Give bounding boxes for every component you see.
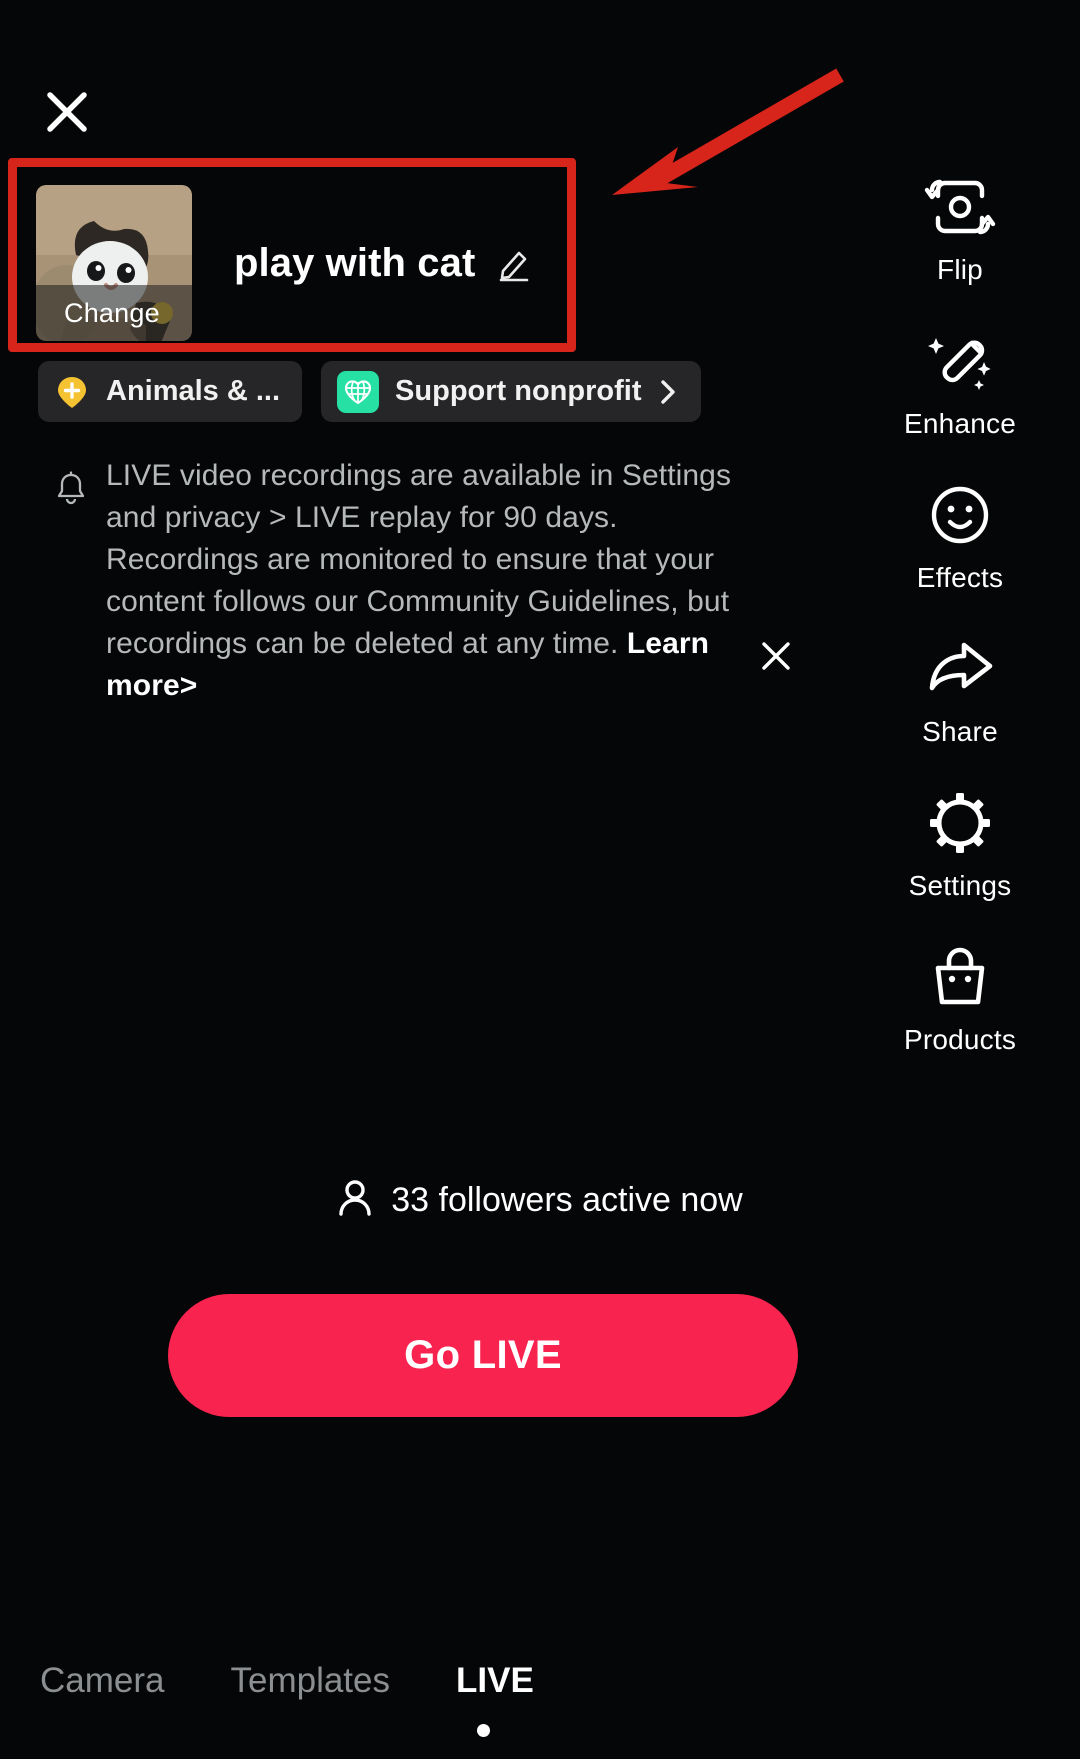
live-replay-notice: LIVE video recordings are available in S… [54, 455, 754, 707]
gear-icon [924, 786, 996, 860]
chip-category[interactable]: Animals & ... [38, 361, 303, 422]
chevron-right-icon [657, 377, 679, 407]
rail-item-enhance[interactable]: Enhance [904, 324, 1016, 440]
cover-thumbnail[interactable]: Change [36, 185, 192, 341]
tab-live[interactable]: LIVE [456, 1661, 534, 1701]
stream-title: play with cat [234, 240, 476, 285]
active-tab-indicator-dot [477, 1724, 490, 1737]
heart-globe-icon [337, 370, 380, 413]
rail-item-settings[interactable]: Settings [909, 786, 1012, 902]
go-live-label: Go LIVE [404, 1333, 562, 1377]
rail-item-flip[interactable]: Flip [924, 170, 996, 286]
followers-active-row: 33 followers active now [0, 1178, 1080, 1223]
notice-close-button[interactable] [752, 632, 800, 680]
tab-templates[interactable]: Templates [230, 1661, 390, 1701]
bell-icon [54, 471, 92, 707]
rail-label-share: Share [922, 716, 998, 747]
tab-camera[interactable]: Camera [40, 1661, 164, 1701]
go-live-button[interactable]: Go LIVE [168, 1294, 798, 1417]
smiley-face-icon [924, 478, 996, 552]
camera-flip-icon [924, 170, 996, 244]
cover-change-label[interactable]: Change [36, 285, 192, 341]
location-pin-plus-icon [54, 374, 90, 410]
live-setup-screen: Change play with cat Animals & ... Suppo… [0, 0, 1080, 1759]
rail-item-share[interactable]: Share [922, 632, 998, 748]
person-icon [337, 1178, 373, 1223]
pencil-icon[interactable] [495, 244, 533, 282]
rail-label-flip: Flip [937, 254, 983, 285]
right-tool-rail: Flip Enhance Effects Share Settings Prod… [880, 170, 1040, 1094]
stream-title-row: Change play with cat [36, 185, 533, 341]
close-icon [47, 92, 87, 132]
rail-label-effects: Effects [916, 562, 1004, 593]
chip-category-label: Animals & ... [106, 375, 281, 407]
followers-active-text: 33 followers active now [391, 1181, 743, 1219]
share-arrow-icon [924, 632, 996, 706]
annotation-arrow-icon [612, 68, 844, 195]
chips-row: Animals & ... Support nonprofit [38, 361, 702, 422]
close-button[interactable] [38, 83, 96, 141]
magic-wand-icon [924, 324, 996, 398]
close-icon [762, 642, 790, 670]
bottom-tab-bar: Camera Templates LIVE [0, 1661, 1080, 1701]
shopping-bag-icon [924, 940, 996, 1014]
chip-support-nonprofit-label: Support nonprofit [395, 375, 642, 407]
rail-item-products[interactable]: Products [904, 940, 1016, 1056]
rail-label-settings: Settings [908, 870, 1012, 901]
stream-title-edit-group[interactable]: play with cat [234, 241, 533, 286]
rail-label-products: Products [903, 1024, 1017, 1055]
notice-text: LIVE video recordings are available in S… [106, 455, 754, 707]
rail-item-effects[interactable]: Effects [917, 478, 1003, 594]
rail-label-enhance: Enhance [904, 408, 1016, 439]
chip-support-nonprofit[interactable]: Support nonprofit [321, 361, 702, 422]
